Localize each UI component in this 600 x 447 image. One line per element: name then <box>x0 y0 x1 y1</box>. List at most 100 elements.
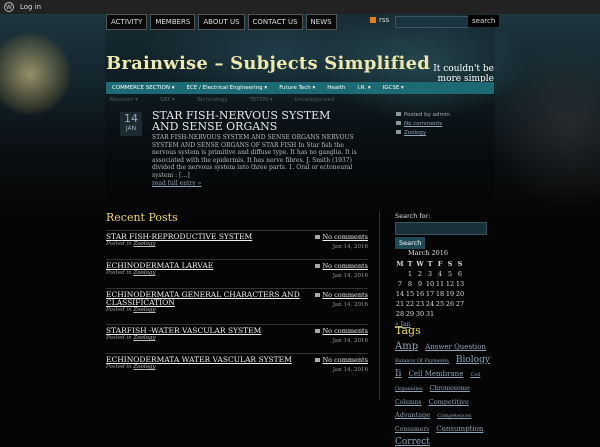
sidebar-divider <box>379 211 380 400</box>
tag-link[interactable]: Answer Question <box>425 343 486 351</box>
submenu-teton[interactable]: TETON ▾ <box>249 97 272 103</box>
calendar-day: 1 <box>407 270 413 278</box>
site-title[interactable]: Brainwise – Subjects Simplified <box>106 53 430 74</box>
tag-link[interactable]: Correct <box>395 437 430 447</box>
tag-link[interactable]: Amp <box>395 341 418 352</box>
post-month: JAN <box>125 125 137 132</box>
comments-link[interactable]: No comments <box>315 291 368 299</box>
tag-link[interactable]: Consumption <box>436 425 483 433</box>
calendar-day: 2 <box>417 270 423 278</box>
category-link[interactable]: Zoology <box>133 364 155 370</box>
category-link[interactable]: Zoology <box>133 307 155 313</box>
calendar: March 2016 M T W T F S S 1 2 3 4 5 6 7 8 9 10 11 12 13 14 15 1… <box>395 249 465 328</box>
calendar-day: 5 <box>447 270 453 278</box>
calendar-day: 9 <box>417 280 423 288</box>
calendar-day: 31 <box>425 310 435 318</box>
calendar-day: 3 <box>427 270 433 278</box>
calendar-day: 21 <box>395 300 405 308</box>
calendar-day: 15 <box>405 290 415 298</box>
category-link[interactable]: Zoology <box>133 335 155 341</box>
comment-icon <box>315 358 321 362</box>
sidebar-search-button[interactable]: Search <box>395 237 426 249</box>
comment-icon <box>315 264 321 268</box>
recent-post-title[interactable]: ECHINODERMATA GENERAL CHARACTERS AND CLA… <box>106 291 311 307</box>
post-comments-link[interactable]: No comments <box>404 121 442 127</box>
nav-activity[interactable]: ACTIVITY <box>106 14 148 30</box>
recent-post-title[interactable]: ECHINODERMATA LARVAE <box>106 262 311 270</box>
calendar-day: 7 <box>397 280 403 288</box>
comments-link[interactable]: No comments <box>315 233 368 241</box>
submenu-museum[interactable]: Museum ▾ <box>110 97 138 103</box>
calendar-day: 10 <box>425 280 435 288</box>
nav-about-us[interactable]: ABOUT US <box>198 14 245 30</box>
calendar-weekday: T <box>407 260 413 268</box>
list-item: STAR FISH-REPRODUCTIVE SYSTEM Posted in … <box>106 230 368 256</box>
tag-link[interactable]: Cell Membrane <box>409 370 464 378</box>
tag-link[interactable]: Competences <box>437 413 471 419</box>
recent-post-title[interactable]: STARFISH -WATER VASCULAR SYSTEM <box>106 327 311 335</box>
top-nav: ACTIVITY MEMBERS ABOUT US CONTACT US NEW… <box>106 14 337 30</box>
comment-icon <box>396 121 401 125</box>
nav-contact-us[interactable]: CONTACT US <box>247 14 303 30</box>
comments-link[interactable]: No comments <box>315 262 368 270</box>
post-excerpt: STAR FISH-NERVOUS SYSTEM AND SENSE ORGAN… <box>152 134 357 179</box>
rss-icon <box>370 17 376 23</box>
menu-ir[interactable]: I.R. ▾ <box>351 85 376 91</box>
calendar-day: 13 <box>455 280 465 288</box>
tag-link[interactable]: Chromosome <box>430 385 470 392</box>
read-full-entry-link[interactable]: read full entry » <box>152 180 201 187</box>
top-search-input[interactable] <box>395 16 469 28</box>
menu-igcse[interactable]: IGCSE ▾ <box>377 85 410 91</box>
calendar-day: 27 <box>455 300 465 308</box>
calendar-day: 14 <box>395 290 405 298</box>
sidebar-search-input[interactable] <box>395 222 487 235</box>
submenu-sat[interactable]: SAT ▾ <box>160 97 175 103</box>
tag-cloud: Amp Answer Question Balance Of Payments … <box>395 339 495 447</box>
list-item: ECHINODERMATA LARVAE Posted in Zoology N… <box>106 259 368 285</box>
nav-members[interactable]: MEMBERS <box>150 14 196 30</box>
wordpress-icon[interactable]: W <box>4 2 14 12</box>
search-label: Search for: <box>395 212 431 220</box>
post-day: 14 <box>124 112 138 125</box>
comments-link[interactable]: No comments <box>315 356 368 364</box>
calendar-day: 24 <box>425 300 435 308</box>
tags-heading: Tags <box>395 324 421 337</box>
menu-ece[interactable]: ECE / Electrical Engineering ▾ <box>181 85 274 91</box>
top-search-button[interactable]: search <box>468 15 500 27</box>
calendar-weekday: T <box>427 260 433 268</box>
post-category-link[interactable]: Zoology <box>404 130 426 136</box>
folder-icon <box>396 130 401 134</box>
comments-link[interactable]: No comments <box>315 327 368 335</box>
calendar-table: M T W T F S S 1 2 3 4 5 6 7 8 9 10 11 12 13 14 15 16 17 18 19 20 21… <box>395 259 465 319</box>
tag-link[interactable]: Consumers <box>395 426 429 433</box>
menu-future-tech[interactable]: Future Tech ▾ <box>273 85 321 91</box>
recent-posts-heading: Recent Posts <box>106 211 178 224</box>
tag-link[interactable]: Columns <box>395 399 422 406</box>
calendar-day: 4 <box>437 270 443 278</box>
user-icon <box>396 112 401 116</box>
menu-health[interactable]: Health <box>321 85 351 91</box>
login-link[interactable]: Log in <box>20 3 41 11</box>
tag-link[interactable]: Balance Of Payments <box>395 358 449 364</box>
rss-link[interactable]: rss <box>370 16 389 24</box>
comment-icon <box>315 235 321 239</box>
post-title[interactable]: STAR FISH-NERVOUS SYSTEM AND SENSE ORGAN… <box>152 110 352 132</box>
calendar-day: 23 <box>415 300 425 308</box>
submenu-technology[interactable]: Technology <box>197 97 228 103</box>
nav-news[interactable]: NEWS <box>305 14 337 30</box>
calendar-day: 30 <box>415 310 425 318</box>
posted-by: Posted by admin <box>404 112 450 118</box>
calendar-weekday: F <box>437 260 443 268</box>
recent-post-title[interactable]: ECHINODERMATA WATER VASCULAR SYSTEM <box>106 356 311 364</box>
recent-post-title[interactable]: STAR FISH-REPRODUCTIVE SYSTEM <box>106 233 311 241</box>
calendar-day: 16 <box>415 290 425 298</box>
submenu-uncategorised[interactable]: Uncategorised <box>295 97 335 103</box>
post-date: Jan 14, 2016 <box>332 302 368 308</box>
menu-commerce-section[interactable]: COMMERCE SECTION ▾ <box>106 85 181 91</box>
recent-posts-list: STAR FISH-REPRODUCTIVE SYSTEM Posted in … <box>106 230 368 382</box>
post-date: Jan 14, 2016 <box>332 244 368 250</box>
category-link[interactable]: Zoology <box>133 241 155 247</box>
rss-label: rss <box>379 16 390 24</box>
calendar-weekday: M <box>396 260 404 268</box>
category-link[interactable]: Zoology <box>133 270 155 276</box>
